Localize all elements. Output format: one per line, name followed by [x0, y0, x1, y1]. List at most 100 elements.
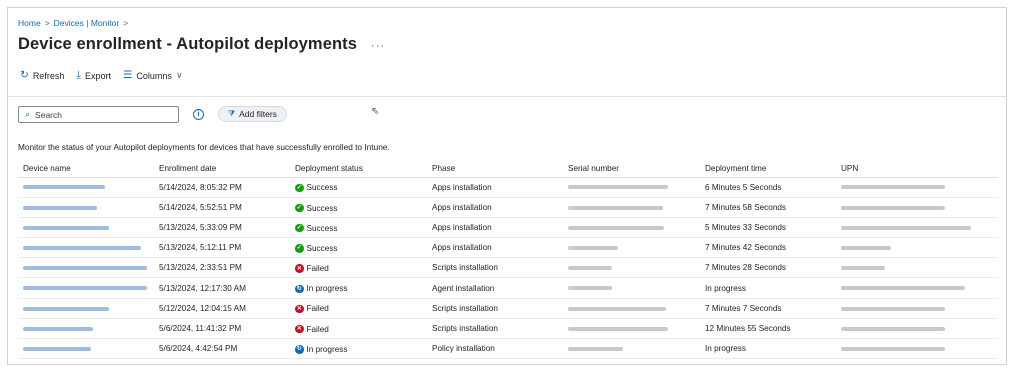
redacted-device-name — [23, 326, 93, 331]
success-check-icon: ✓ — [295, 203, 304, 213]
deployment-time-cell: 7 Minutes 28 Seconds — [700, 257, 836, 279]
redacted-upn — [841, 286, 965, 291]
deployment-time-cell: 7 Minutes 42 Seconds — [700, 237, 836, 259]
redacted-upn — [841, 205, 945, 210]
status-label: Success — [306, 183, 338, 193]
success-check-icon: ✓ — [295, 244, 304, 253]
description-text: Monitor the status of your Autopilot dep… — [18, 142, 390, 152]
failed-x-icon: ✕ — [295, 324, 304, 334]
table-row[interactable]: 5/13/2024, 5:12:11 PM ✓ Success Apps instal… — [18, 237, 998, 259]
redacted-serial-number — [568, 326, 668, 331]
failed-x-icon: ✕ — [295, 304, 304, 314]
enrollment-date-cell: 5/14/2024, 5:52:51 PM — [154, 197, 290, 218]
info-icon[interactable]: i — [193, 109, 204, 120]
enrollment-date-cell: 5/13/2024, 5:33:09 PM — [154, 217, 290, 239]
success-check-icon: ✓ — [295, 183, 304, 193]
table-row[interactable]: 5/13/2024, 2:33:51 PM ✕ Failed Scripts inst… — [18, 257, 998, 279]
deployment-status-cell: ✓ Success — [290, 197, 427, 218]
device-name-cell[interactable] — [18, 298, 154, 319]
redacted-device-name — [23, 205, 97, 210]
refresh-icon: ↻ — [20, 69, 29, 82]
phase-cell: Apps installation — [427, 177, 563, 198]
redacted-serial-number — [568, 225, 664, 230]
deployment-status-cell: ↻ In progress — [290, 338, 427, 360]
serial-number-cell — [563, 197, 700, 218]
redacted-upn — [841, 326, 945, 331]
device-name-cell[interactable] — [18, 237, 154, 259]
breadcrumb-devices-monitor[interactable]: Devices | Monitor — [54, 18, 120, 28]
status-label: In progress — [306, 344, 348, 354]
table-row[interactable]: 5/13/2024, 5:33:09 PM ✓ Success Apps instal… — [18, 217, 998, 239]
redacted-upn — [841, 266, 885, 271]
deployments-table: Device name Enrollment date Deployment s… — [18, 160, 998, 360]
enrollment-date-cell: 5/13/2024, 5:12:11 PM — [154, 237, 290, 259]
search-placeholder: Search — [35, 109, 62, 120]
upn-cell — [836, 298, 998, 319]
refresh-button[interactable]: ↻ Refresh — [20, 70, 64, 81]
table-row[interactable]: 5/14/2024, 8:05:32 PM ✓ Success Apps instal… — [18, 177, 998, 198]
deployment-time-cell: 7 Minutes 7 Seconds — [700, 298, 836, 319]
redacted-device-name — [23, 185, 105, 190]
table-row[interactable]: 5/6/2024, 4:42:54 PM ↻ In progress Policy i… — [18, 338, 998, 360]
column-header-enrollment-date[interactable]: Enrollment date — [154, 160, 290, 178]
search-input[interactable]: ⌕ Search — [18, 106, 179, 123]
download-icon: ⤓ — [76, 69, 81, 82]
table-row[interactable]: 5/12/2024, 12:04:15 AM ✕ Failed Scripts ins… — [18, 298, 998, 319]
breadcrumb-home[interactable]: Home — [18, 18, 41, 28]
status-label: In progress — [306, 284, 348, 294]
add-filters-button[interactable]: ⧩ Add filters — [218, 106, 287, 122]
redacted-upn — [841, 185, 945, 190]
deployment-status-cell: ✕ Failed — [290, 298, 427, 319]
column-header-deployment-status[interactable]: Deployment status — [290, 160, 427, 178]
enrollment-date-cell: 5/14/2024, 8:05:32 PM — [154, 177, 290, 198]
upn-cell — [836, 217, 998, 239]
columns-button[interactable]: ☰ Columns ∨ — [123, 70, 183, 81]
redacted-serial-number — [568, 205, 663, 210]
phase-cell: Agent installation — [427, 277, 563, 299]
device-name-cell[interactable] — [18, 217, 154, 239]
redacted-device-name — [23, 306, 109, 311]
filter-icon: ⧩ — [228, 109, 236, 118]
failed-x-icon: ✕ — [295, 264, 304, 273]
table-row[interactable]: 5/6/2024, 11:41:32 PM ✕ Failed Scripts inst… — [18, 318, 998, 340]
upn-cell — [836, 177, 998, 198]
device-name-cell[interactable] — [18, 177, 154, 198]
deployment-time-cell: 12 Minutes 55 Seconds — [700, 318, 836, 340]
deployment-status-cell: ✕ Failed — [290, 257, 427, 279]
column-header-device-name[interactable]: Device name — [18, 160, 154, 178]
enrollment-date-cell: 5/13/2024, 12:17:30 AM — [154, 277, 290, 299]
status-label: Success — [306, 223, 338, 233]
redacted-serial-number — [568, 306, 666, 311]
redacted-serial-number — [568, 245, 618, 250]
divider — [8, 96, 1006, 97]
breadcrumb-separator: > — [123, 18, 129, 28]
redacted-device-name — [23, 245, 141, 250]
device-name-cell[interactable] — [18, 318, 154, 340]
column-header-serial-number[interactable]: Serial number — [563, 160, 700, 178]
redacted-upn — [841, 245, 891, 250]
device-name-cell[interactable] — [18, 197, 154, 218]
device-name-cell[interactable] — [18, 257, 154, 279]
refresh-label: Refresh — [32, 70, 65, 81]
column-header-deployment-time[interactable]: Deployment time — [700, 160, 836, 178]
toolbar: ↻ Refresh ⤓ Export ☰ Columns ∨ — [20, 70, 183, 81]
enrollment-date-cell: 5/13/2024, 2:33:51 PM — [154, 257, 290, 279]
table-row[interactable]: 5/13/2024, 12:17:30 AM ↻ In progress Agent … — [18, 277, 998, 299]
breadcrumb: Home > Devices | Monitor > — [18, 18, 128, 28]
device-name-cell[interactable] — [18, 338, 154, 360]
export-label: Export — [84, 70, 111, 81]
deployment-time-cell: In progress — [700, 277, 836, 299]
deployment-time-cell: 7 Minutes 58 Seconds — [700, 197, 836, 218]
export-button[interactable]: ⤓ Export — [76, 70, 111, 81]
enrollment-date-cell: 5/12/2024, 12:04:15 AM — [154, 298, 290, 319]
upn-cell — [836, 257, 998, 279]
redacted-serial-number — [568, 346, 623, 351]
deployment-time-cell: 5 Minutes 33 Seconds — [700, 217, 836, 239]
deployment-status-cell: ✕ Failed — [290, 318, 427, 340]
device-name-cell[interactable] — [18, 277, 154, 299]
deployment-status-cell: ✓ Success — [290, 217, 427, 239]
column-header-upn[interactable]: UPN — [836, 160, 998, 178]
table-row[interactable]: 5/14/2024, 5:52:51 PM ✓ Success Apps instal… — [18, 197, 998, 218]
more-options-button[interactable]: ··· — [371, 40, 385, 52]
column-header-phase[interactable]: Phase — [427, 160, 563, 178]
